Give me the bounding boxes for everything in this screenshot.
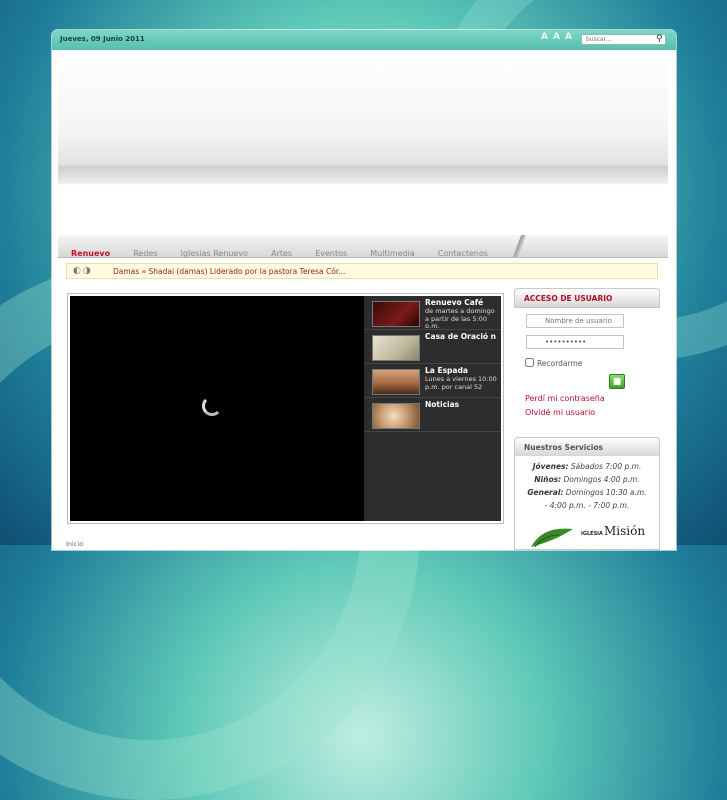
video-playlist: Renuevo Café de martes a domingo a parti…: [364, 296, 501, 521]
main-nav: Renuevo Redes Iglesias Renuevo Artes Eve…: [58, 235, 668, 258]
logo-small-text: IGLESIA: [581, 531, 603, 537]
nav-item-multimedia[interactable]: Multimedia: [370, 249, 414, 258]
playlist-title: La Espada: [425, 366, 468, 375]
services-title: Nuestros Servicios: [524, 443, 603, 452]
remember-me[interactable]: Recordarme: [525, 358, 582, 368]
loading-spinner-icon: [202, 396, 222, 416]
page-frame: Jueves, 09 Junio 2011 AAA ⚲ Renuevo Rede…: [52, 30, 676, 550]
services-box-header: Nuestros Servicios: [514, 437, 660, 457]
playlist-item[interactable]: Renuevo Café de martes a domingo a parti…: [364, 296, 501, 330]
playlist-desc: [425, 342, 499, 362]
font-size-small[interactable]: A: [541, 32, 553, 42]
video-area[interactable]: [70, 296, 364, 521]
playlist-thumbnail: [372, 403, 420, 429]
current-date: Jueves, 09 Junio 2011: [60, 35, 145, 43]
playlist-desc: Lunes a viernes 10:00 p.m. por canal 52: [425, 376, 497, 391]
password-field[interactable]: [526, 335, 624, 349]
nav-divider: [508, 235, 532, 257]
nav-item-contactenos[interactable]: Contactenos: [438, 249, 488, 258]
lock-icon[interactable]: ■: [609, 374, 625, 389]
ticker-next-icon[interactable]: ◑: [83, 266, 93, 276]
font-size-medium[interactable]: A: [553, 32, 565, 42]
leaf-icon: [531, 528, 573, 548]
nav-item-iglesias[interactable]: Iglesias Renuevo: [181, 249, 248, 258]
playlist-thumbnail: [372, 301, 420, 327]
services-box: Jóvenes: Sábados 7:00 p.m. Niños: Doming…: [514, 456, 660, 550]
playlist-desc: [425, 410, 499, 430]
playlist-title: Renuevo Café: [425, 298, 484, 307]
playlist-item[interactable]: Noticias: [364, 398, 501, 432]
login-title: ACCESO DE USUARIO: [524, 294, 613, 303]
service-line: General: Domingos 10:30 a.m.: [527, 488, 647, 497]
search-input[interactable]: [581, 34, 666, 45]
username-field[interactable]: [526, 314, 624, 328]
ticker-prev-icon[interactable]: ◐: [73, 266, 83, 276]
nav-item-eventos[interactable]: Eventos: [315, 249, 347, 258]
nav-item-redes[interactable]: Redes: [133, 249, 157, 258]
login-box-header: ACCESO DE USUARIO: [514, 288, 660, 308]
logo-big-text: Misión: [604, 524, 646, 538]
playlist-desc: de martes a domingo a partir de las 5:00…: [425, 308, 495, 328]
remember-checkbox[interactable]: [525, 358, 534, 367]
playlist-title: Casa de Oració n: [425, 332, 497, 341]
font-size-controls[interactable]: AAA: [541, 32, 577, 42]
playlist-thumbnail: [372, 369, 420, 395]
video-player: Renuevo Café de martes a domingo a parti…: [67, 293, 504, 524]
service-line: - 4:00 p.m. - 7:00 p.m.: [544, 501, 630, 510]
news-ticker: ◐◑ Damas » Shadai (damas) Liderado por l…: [66, 263, 658, 279]
service-line: Niños: Domingos 4:00 p.m.: [534, 475, 640, 484]
service-line: Jóvenes: Sábados 7:00 p.m.: [532, 462, 642, 471]
playlist-item[interactable]: La Espada Lunes a viernes 10:00 p.m. por…: [364, 364, 501, 398]
playlist-thumbnail: [372, 335, 420, 361]
top-bar: Jueves, 09 Junio 2011 AAA ⚲: [52, 30, 676, 50]
nav-item-renuevo[interactable]: Renuevo: [71, 249, 110, 258]
ticker-link[interactable]: Damas » Shadai (damas) Liderado por la p…: [113, 267, 345, 276]
header-banner: [58, 52, 668, 234]
forgot-username-link[interactable]: Olvidé mi usuario: [525, 408, 595, 417]
remember-label: Recordarme: [537, 359, 583, 368]
playlist-item[interactable]: Casa de Oració n: [364, 330, 501, 364]
breadcrumb[interactable]: Inicio: [66, 540, 83, 548]
playlist-title: Noticias: [425, 400, 460, 409]
magnifier-icon[interactable]: ⚲: [656, 34, 667, 45]
font-size-large[interactable]: A: [565, 32, 577, 42]
nav-item-artes[interactable]: Artes: [271, 249, 292, 258]
forgot-password-link[interactable]: Perdí mi contraseña: [525, 394, 605, 403]
